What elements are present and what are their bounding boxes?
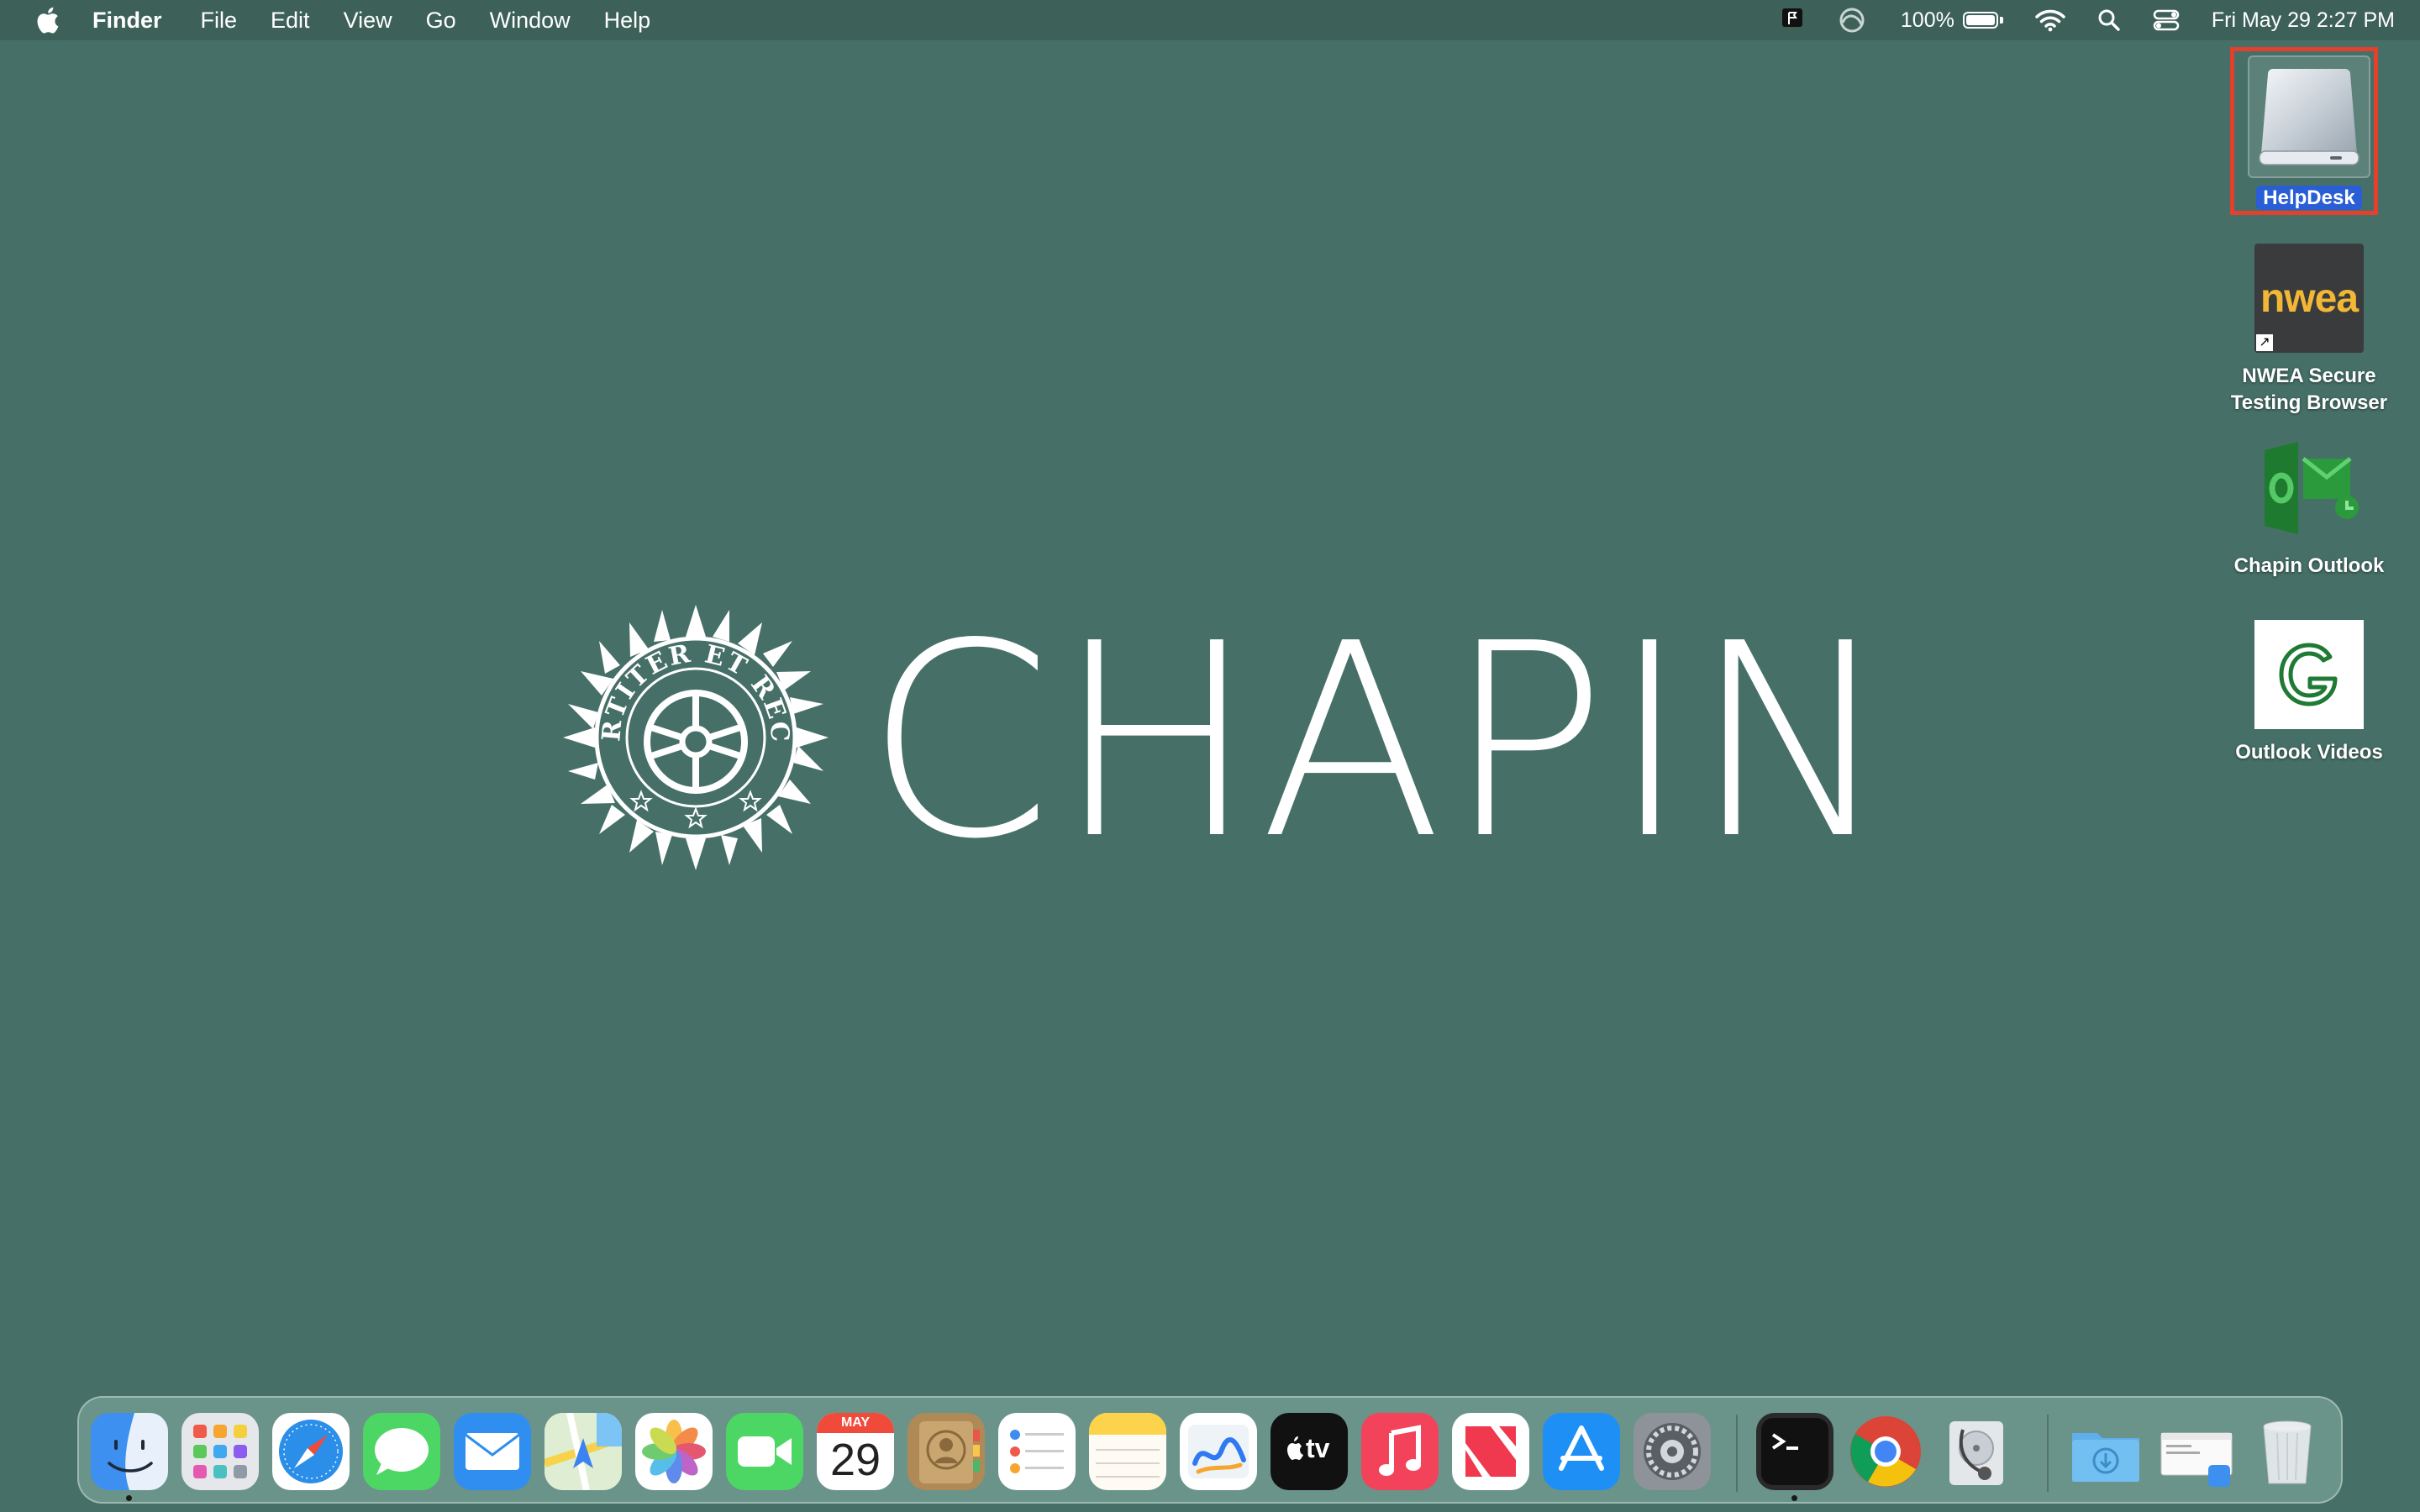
dock-messages-icon[interactable] [363,1413,440,1490]
dock-maps-icon[interactable] [544,1413,622,1490]
dock-safari-icon[interactable] [272,1413,350,1490]
dock-finder-icon[interactable] [91,1413,168,1490]
nwea-icon-text: nwea [2260,276,2359,321]
outlook-icon [2254,433,2364,543]
dock-app-store-icon[interactable] [1543,1413,1620,1490]
desktop-icon-label: Outlook Videos [2235,741,2383,764]
calendar-day: 29 [829,1435,881,1485]
creative-cloud-icon[interactable] [1835,8,1869,33]
dock-tv-icon[interactable]: tv [1270,1413,1348,1490]
g-icon [2254,620,2364,729]
menu-bar: Finder File Edit View Go Window Help 100… [0,0,2420,40]
dock-terminal-icon[interactable] [1756,1413,1833,1490]
dock-freeform-icon[interactable] [1180,1413,1257,1490]
desktop-icon-nwea-secure-testing-browser[interactable]: nwea ↗ NWEA Secure Testing Browser [2217,244,2402,417]
dock-news-icon[interactable] [1452,1413,1529,1490]
tv-label: tv [1306,1433,1330,1463]
control-center-icon[interactable] [2153,8,2180,32]
dock-facetime-icon[interactable] [726,1413,803,1490]
dock-notes-icon[interactable] [1089,1413,1166,1490]
dock-chrome-icon[interactable] [1847,1413,1924,1490]
dock: MAY 29 tv [77,1396,2343,1504]
calendar-month: MAY [817,1413,894,1433]
menu-window[interactable]: Window [490,8,571,34]
dock-separator [1736,1415,1738,1492]
chapin-wordmark: CHAPIN [865,586,1897,897]
dock-launchpad-icon[interactable] [182,1413,259,1490]
desktop-icon-label: Chapin Outlook [2233,554,2385,577]
menubar-clock[interactable]: Fri May 29 2:27 PM [2212,8,2395,33]
battery-icon [1962,12,1998,29]
spotlight-search-icon[interactable] [2097,8,2121,32]
wifi-icon[interactable] [2035,8,2065,32]
dock-reminders-icon[interactable] [998,1413,1076,1490]
menu-edit[interactable]: Edit [271,8,310,34]
chapin-seal-icon: FORTITER ET RECTE [550,580,830,872]
dock-contacts-icon[interactable] [908,1413,985,1490]
dock-music-icon[interactable] [1361,1413,1439,1490]
menu-view[interactable]: View [344,8,392,34]
desktop-icon-label: NWEA Secure Testing Browser [2230,365,2388,414]
menu-file[interactable]: File [201,8,238,34]
dock-calendar-icon[interactable]: MAY 29 [817,1413,894,1490]
alias-arrow-icon: ↗ [2256,334,2273,351]
dock-disk-utility-icon[interactable] [1938,1413,2015,1490]
dock-system-settings-icon[interactable] [1634,1413,1711,1490]
menu-app-finder[interactable]: Finder [92,8,162,34]
apple-menu-icon[interactable] [30,6,64,34]
dock-trash-icon[interactable] [2249,1413,2326,1490]
chapin-logo: FORTITER ET RECTE CHAPIN [550,580,1892,880]
desktop-icon-outlook-videos[interactable]: Outlook Videos [2217,620,2402,766]
running-indicator [126,1495,132,1501]
dock-separator [2047,1415,2049,1492]
menu-go[interactable]: Go [426,8,456,34]
external-drive-icon [2248,55,2370,178]
desktop-icon-chapin-outlook[interactable]: Chapin Outlook [2217,433,2402,580]
running-indicator [1791,1495,1797,1501]
desktop-icon-helpdesk[interactable]: HelpDesk [2217,47,2402,215]
nwea-icon: nwea ↗ [2254,244,2364,353]
dock-mail-icon[interactable] [454,1413,531,1490]
dock-downloads-icon[interactable] [2067,1413,2144,1490]
dock-window-icon[interactable] [2158,1413,2235,1490]
battery-percent-label: 100% [1900,8,1954,32]
battery-status[interactable]: 100% [1901,8,2003,33]
dock-photos-icon[interactable] [635,1413,713,1490]
menu-help[interactable]: Help [604,8,651,34]
flag-status-icon[interactable] [1781,8,1803,33]
